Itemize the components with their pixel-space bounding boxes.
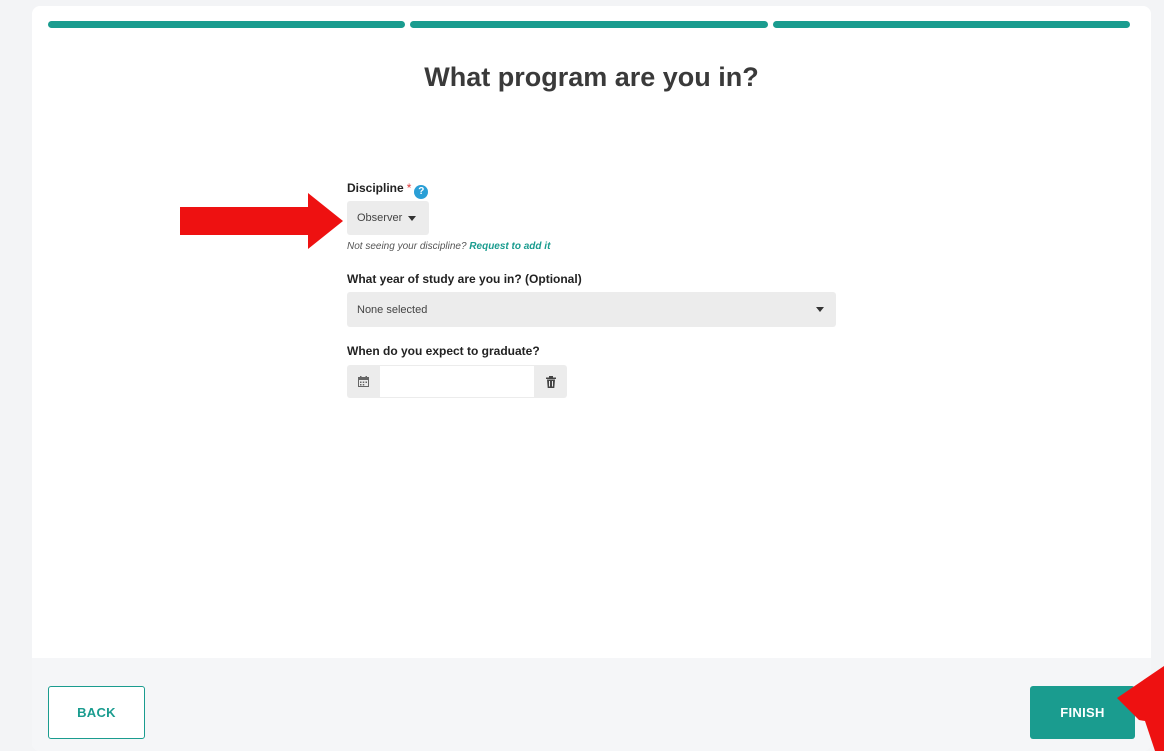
discipline-select[interactable]: Observer [347, 201, 429, 235]
back-button[interactable]: BACK [48, 686, 145, 739]
annotation-arrow-finish [1117, 666, 1164, 751]
progress-step-3 [772, 21, 1130, 28]
year-of-study-value: None selected [357, 303, 428, 316]
chevron-down-icon [408, 215, 417, 221]
year-of-study-label: What year of study are you in? (Optional… [347, 272, 582, 286]
onboarding-card: What program are you in? Discipline *? Ob… [32, 6, 1151, 751]
discipline-hint-text: Not seeing your discipline? [347, 241, 467, 252]
required-mark: * [406, 181, 412, 195]
discipline-select-value: Observer [357, 212, 403, 224]
request-discipline-link[interactable]: Request to add it [469, 241, 550, 252]
graduation-date-input[interactable] [380, 366, 534, 397]
chevron-down-icon [816, 307, 824, 312]
discipline-label: Discipline *? [347, 181, 429, 199]
progress-step-1 [48, 21, 406, 28]
discipline-hint: Not seeing your discipline? Request to a… [347, 241, 550, 252]
discipline-label-text: Discipline [347, 181, 404, 195]
year-of-study-select[interactable]: None selected [347, 292, 836, 327]
footer-bar: BACK FINISH [32, 658, 1151, 751]
graduation-label: When do you expect to graduate? [347, 344, 540, 358]
page-title: What program are you in? [424, 62, 759, 92]
calendar-icon[interactable] [347, 365, 380, 398]
help-icon[interactable]: ? [414, 185, 429, 199]
graduation-date-picker [347, 365, 567, 398]
progress-bar [48, 21, 1130, 28]
annotation-arrow-discipline [180, 193, 343, 249]
progress-step-2 [410, 21, 768, 28]
trash-icon[interactable] [534, 365, 567, 398]
